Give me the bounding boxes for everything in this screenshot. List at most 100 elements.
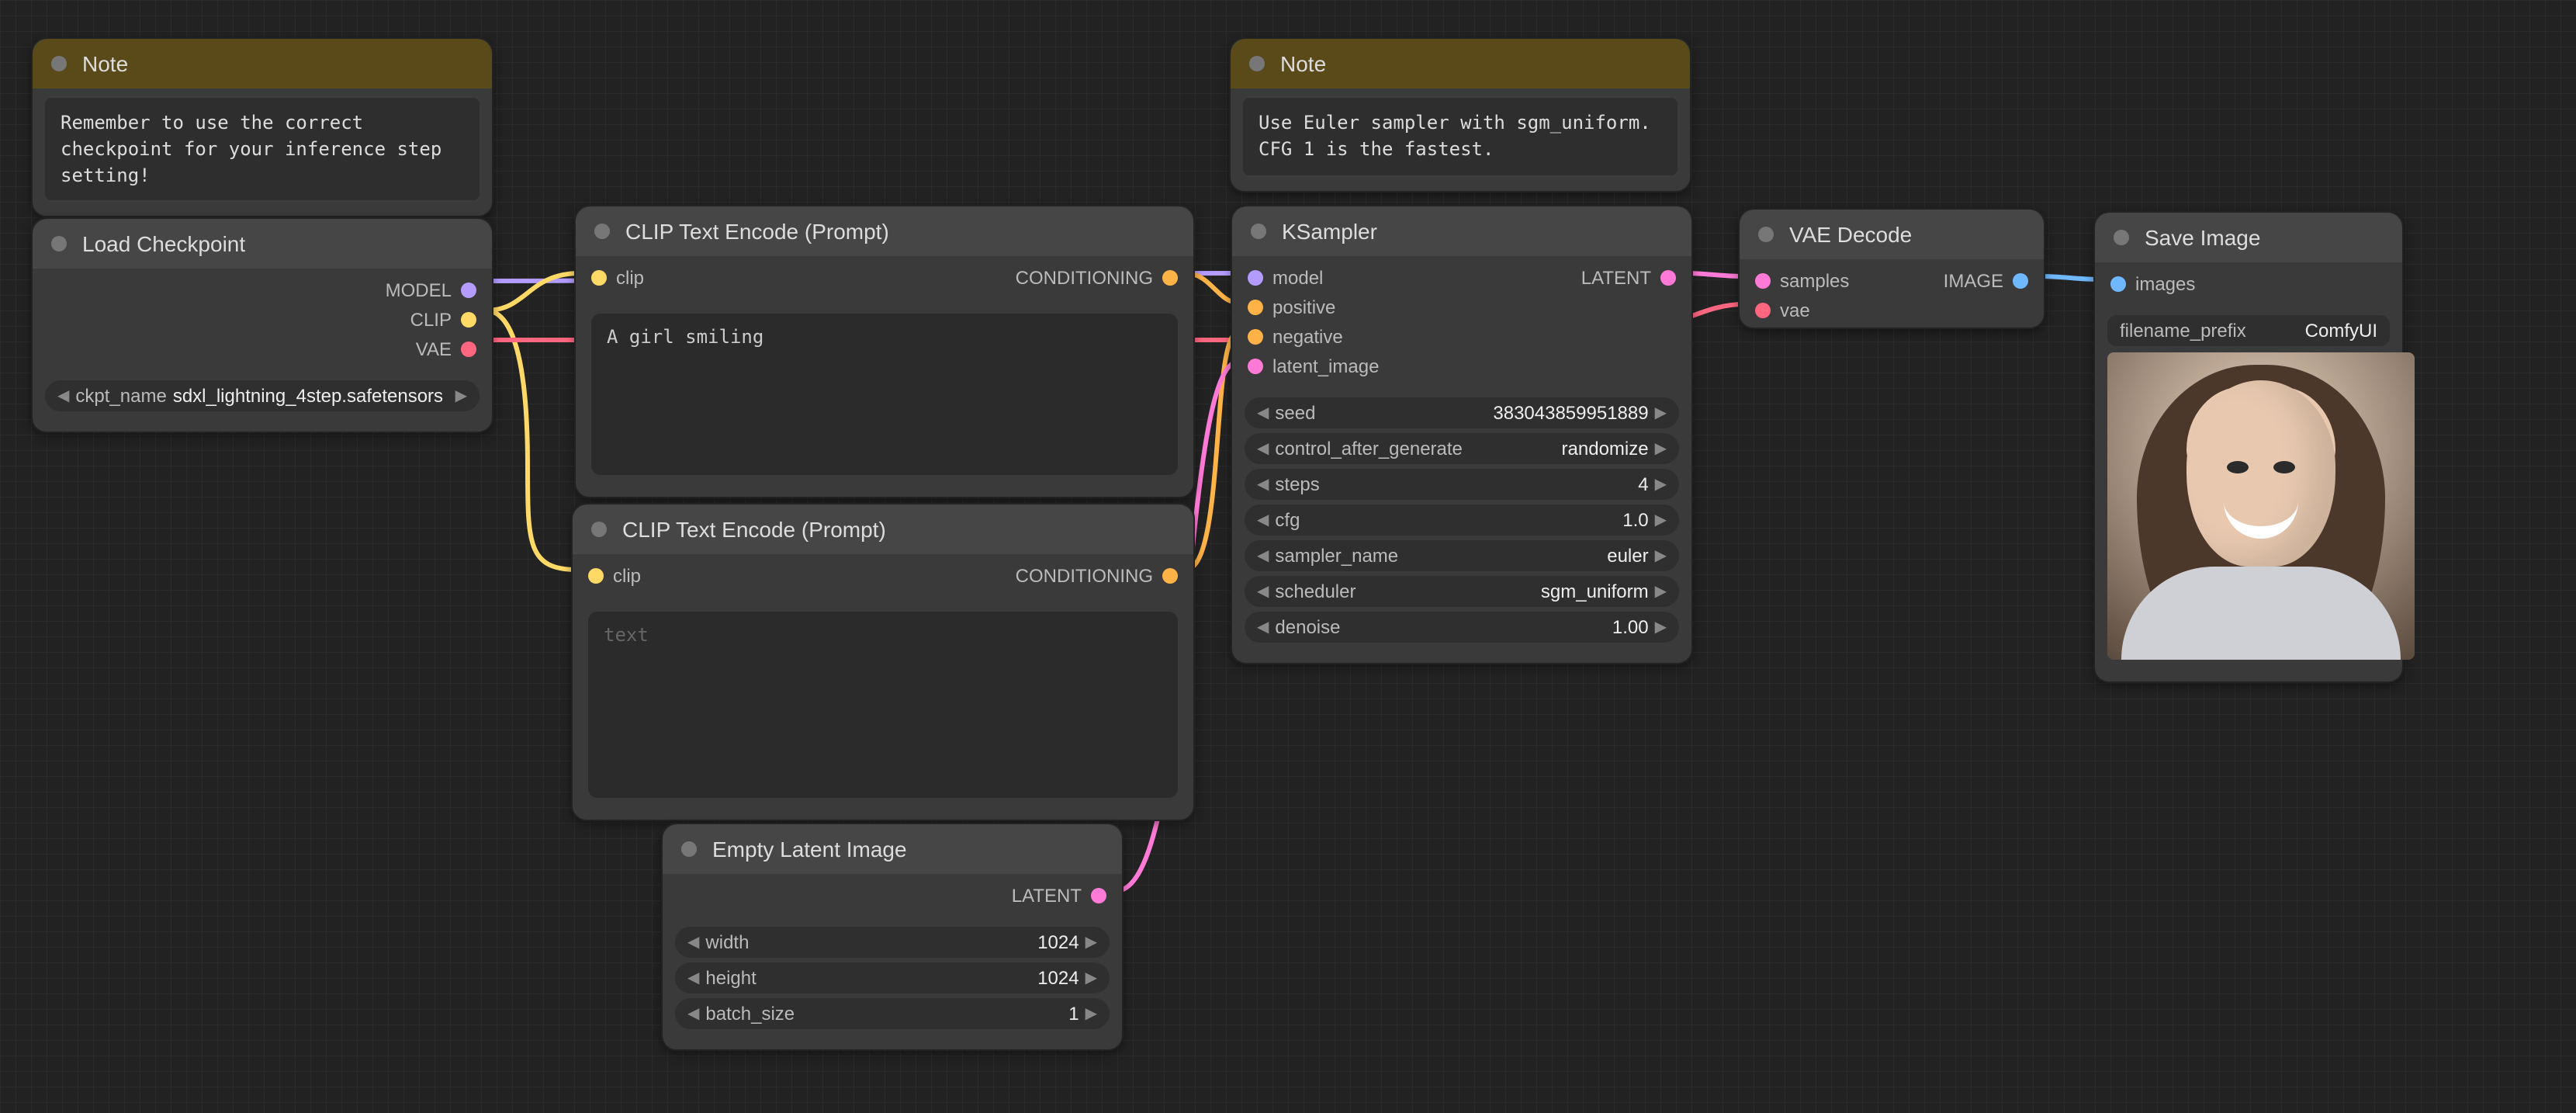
widget-name: sampler_name: [1275, 545, 1398, 567]
control-after-generate-widget[interactable]: ◀control_after_generaterandomize▶: [1245, 433, 1679, 464]
arrow-right-icon[interactable]: ▶: [452, 387, 470, 404]
output-port-conditioning[interactable]: [1162, 567, 1178, 583]
collapse-dot-icon[interactable]: [51, 236, 67, 251]
widget-name: height: [705, 967, 756, 989]
note-node-1[interactable]: Note Remember to use the correct checkpo…: [31, 37, 493, 218]
node-header[interactable]: KSampler: [1232, 206, 1691, 256]
vae-decode-node[interactable]: VAE Decode samples IMAGE vae: [1738, 208, 2045, 329]
input-port-images[interactable]: [2110, 276, 2126, 291]
arrow-left-icon[interactable]: ◀: [1254, 547, 1272, 564]
note-text[interactable]: Use Euler sampler with sgm_uniform. CFG …: [1243, 98, 1678, 175]
seed-widget[interactable]: ◀seed383043859951889▶: [1245, 397, 1679, 428]
widget-value: 1: [795, 1003, 1079, 1025]
widget-name: control_after_generate: [1275, 438, 1463, 459]
input-port-positive[interactable]: [1248, 299, 1263, 314]
input-label-clip: clip: [616, 266, 644, 288]
filename-prefix-widget[interactable]: filename_prefix ComfyUI: [2107, 315, 2390, 346]
node-header[interactable]: Empty Latent Image: [663, 824, 1122, 874]
collapse-dot-icon[interactable]: [1758, 227, 1774, 242]
arrow-left-icon[interactable]: ◀: [1254, 583, 1272, 600]
node-title: VAE Decode: [1789, 222, 1912, 247]
batch-size-widget[interactable]: ◀ batch_size 1 ▶: [675, 998, 1110, 1029]
arrow-left-icon[interactable]: ◀: [54, 387, 72, 404]
clip-text-encode-negative-node[interactable]: CLIP Text Encode (Prompt) clip CONDITION…: [571, 503, 1195, 821]
prompt-text-input[interactable]: text: [588, 612, 1178, 798]
arrow-right-icon[interactable]: ▶: [1082, 969, 1100, 986]
output-port-image[interactable]: [2013, 272, 2028, 288]
output-port-clip[interactable]: [461, 311, 476, 327]
sampler-name-widget[interactable]: ◀sampler_nameeuler▶: [1245, 540, 1679, 571]
collapse-dot-icon[interactable]: [1251, 224, 1266, 239]
note-node-2[interactable]: Note Use Euler sampler with sgm_uniform.…: [1229, 37, 1691, 192]
output-label-vae: VAE: [416, 338, 452, 359]
input-port-model[interactable]: [1248, 269, 1263, 285]
ckpt-name-widget[interactable]: ◀ ckpt_name sdxl_lightning_4step.safeten…: [45, 380, 480, 411]
input-port-clip[interactable]: [591, 269, 607, 285]
prompt-text-input[interactable]: A girl smiling: [591, 314, 1178, 475]
collapse-dot-icon[interactable]: [594, 224, 610, 239]
steps-widget[interactable]: ◀steps4▶: [1245, 469, 1679, 500]
collapse-dot-icon[interactable]: [51, 56, 67, 71]
clip-text-encode-positive-node[interactable]: CLIP Text Encode (Prompt) clip CONDITION…: [574, 205, 1195, 498]
empty-latent-image-node[interactable]: Empty Latent Image LATENT ◀ width 1024 ▶…: [661, 823, 1124, 1051]
arrow-left-icon[interactable]: ◀: [1254, 511, 1272, 529]
widget-value: sdxl_lightning_4step.safetensors: [173, 385, 449, 407]
denoise-widget[interactable]: ◀denoise1.00▶: [1245, 612, 1679, 643]
widget-value: 1.00: [1341, 616, 1649, 638]
node-header[interactable]: CLIP Text Encode (Prompt): [576, 206, 1193, 256]
collapse-dot-icon[interactable]: [1249, 56, 1265, 71]
input-port-vae[interactable]: [1755, 302, 1771, 317]
node-header[interactable]: Note: [33, 39, 492, 88]
input-port-clip[interactable]: [588, 567, 604, 583]
node-title: Note: [82, 51, 128, 76]
input-port-samples[interactable]: [1755, 272, 1771, 288]
arrow-right-icon[interactable]: ▶: [1082, 934, 1100, 951]
output-port-latent[interactable]: [1660, 269, 1676, 285]
arrow-left-icon[interactable]: ◀: [1254, 619, 1272, 636]
output-port-latent[interactable]: [1091, 887, 1106, 903]
arrow-right-icon[interactable]: ▶: [1082, 1005, 1100, 1022]
load-checkpoint-node[interactable]: Load Checkpoint MODEL CLIP VAE ◀ ckpt_na…: [31, 217, 493, 433]
collapse-dot-icon[interactable]: [681, 841, 697, 857]
arrow-left-icon[interactable]: ◀: [684, 1005, 702, 1022]
arrow-left-icon[interactable]: ◀: [1254, 404, 1272, 421]
output-label-conditioning: CONDITIONING: [1016, 266, 1153, 288]
scheduler-widget[interactable]: ◀schedulersgm_uniform▶: [1245, 576, 1679, 607]
arrow-left-icon[interactable]: ◀: [1254, 440, 1272, 457]
arrow-right-icon[interactable]: ▶: [1652, 511, 1670, 529]
output-label-model: MODEL: [386, 279, 452, 300]
node-header[interactable]: VAE Decode: [1740, 210, 2044, 259]
node-header[interactable]: Load Checkpoint: [33, 219, 492, 269]
arrow-right-icon[interactable]: ▶: [1652, 404, 1670, 421]
note-text[interactable]: Remember to use the correct checkpoint f…: [45, 98, 480, 201]
arrow-right-icon[interactable]: ▶: [1652, 476, 1670, 493]
input-port-latent-image[interactable]: [1248, 358, 1263, 373]
save-image-node[interactable]: Save Image images filename_prefix ComfyU…: [2093, 211, 2404, 683]
image-preview[interactable]: [2107, 352, 2415, 660]
collapse-dot-icon[interactable]: [591, 522, 607, 537]
collapse-dot-icon[interactable]: [2114, 230, 2129, 245]
node-header[interactable]: Note: [1231, 39, 1690, 88]
output-port-conditioning[interactable]: [1162, 269, 1178, 285]
node-header[interactable]: Save Image: [2095, 213, 2402, 262]
node-graph-canvas[interactable]: Note Remember to use the correct checkpo…: [0, 0, 2433, 1113]
input-port-negative[interactable]: [1248, 328, 1263, 344]
output-port-vae[interactable]: [461, 341, 476, 356]
input-label-negative: negative: [1272, 325, 1343, 347]
arrow-left-icon[interactable]: ◀: [1254, 476, 1272, 493]
arrow-right-icon[interactable]: ▶: [1652, 440, 1670, 457]
ksampler-node[interactable]: KSampler model LATENT positive negative …: [1231, 205, 1693, 664]
widget-name: denoise: [1275, 616, 1340, 638]
widget-name: filename_prefix: [2120, 320, 2246, 342]
arrow-left-icon[interactable]: ◀: [684, 969, 702, 986]
cfg-widget[interactable]: ◀cfg1.0▶: [1245, 504, 1679, 536]
arrow-right-icon[interactable]: ▶: [1652, 619, 1670, 636]
arrow-right-icon[interactable]: ▶: [1652, 547, 1670, 564]
arrow-right-icon[interactable]: ▶: [1652, 583, 1670, 600]
height-widget[interactable]: ◀ height 1024 ▶: [675, 962, 1110, 993]
output-port-model[interactable]: [461, 282, 476, 297]
width-widget[interactable]: ◀ width 1024 ▶: [675, 927, 1110, 958]
input-label-vae: vae: [1780, 299, 1810, 321]
node-header[interactable]: CLIP Text Encode (Prompt): [573, 504, 1193, 554]
arrow-left-icon[interactable]: ◀: [684, 934, 702, 951]
